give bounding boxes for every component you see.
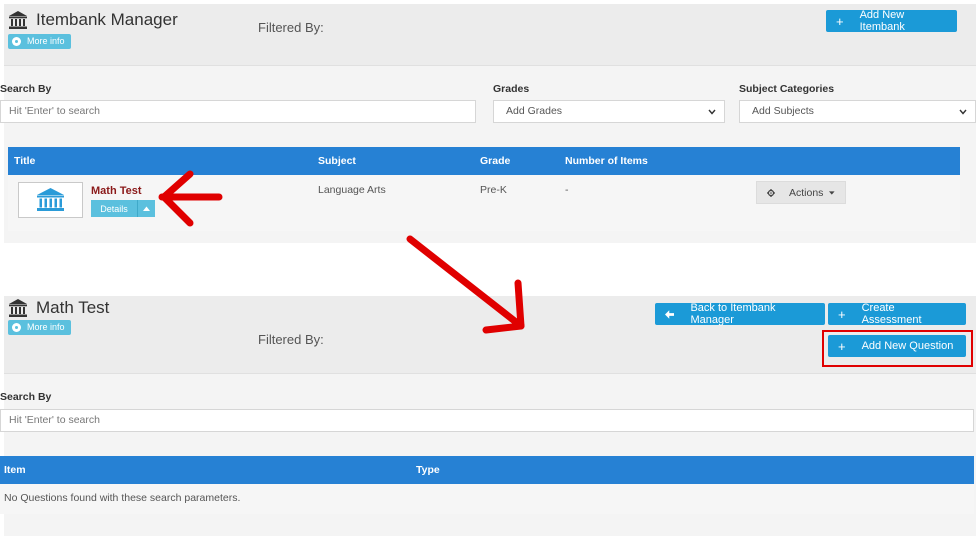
grades-label: Grades bbox=[493, 83, 530, 95]
itembank-manager-header: Itembank Manager More info Filtered By: … bbox=[4, 4, 976, 66]
questions-table-header: Item Type bbox=[0, 456, 974, 484]
create-assessment-button[interactable]: + Create Assessment bbox=[828, 302, 966, 326]
info-circle-icon bbox=[12, 37, 21, 46]
cell-subject: Language Arts bbox=[318, 184, 386, 196]
cell-grade: Pre-K bbox=[480, 184, 507, 196]
chevron-down-icon bbox=[708, 109, 716, 115]
arrow-left-icon bbox=[665, 309, 675, 319]
chevron-down-icon bbox=[959, 109, 967, 115]
itembank-table-header: Title Subject Grade Number of Items bbox=[8, 147, 960, 175]
itembank-title-link[interactable]: Math Test bbox=[91, 185, 142, 197]
subject-categories-label: Subject Categories bbox=[739, 83, 835, 95]
more-info-label: More info bbox=[27, 322, 65, 332]
create-assessment-label: Create Assessment bbox=[861, 302, 922, 326]
plus-icon: + bbox=[838, 306, 846, 322]
bank-building-icon bbox=[9, 11, 27, 29]
column-header-number-of-items: Number of Items bbox=[565, 155, 648, 167]
caret-down-icon bbox=[829, 190, 835, 195]
more-info-label: More info bbox=[27, 36, 65, 46]
back-button-label: Back to Itembank Manager bbox=[690, 302, 776, 326]
more-info-button[interactable]: More info bbox=[8, 320, 71, 335]
search-input[interactable]: Hit 'Enter' to search bbox=[0, 100, 476, 123]
page-title: Itembank Manager bbox=[36, 10, 178, 29]
info-circle-icon bbox=[12, 323, 21, 332]
search-by-label: Search By bbox=[0, 391, 52, 403]
back-to-itembank-manager-button[interactable]: Back to Itembank Manager bbox=[655, 302, 825, 326]
table-row: No Questions found with these search par… bbox=[0, 484, 974, 514]
column-header-grade: Grade bbox=[480, 155, 511, 167]
empty-state-message: No Questions found with these search par… bbox=[4, 492, 241, 504]
page-title: Math Test bbox=[36, 298, 110, 317]
column-header-title: Title bbox=[14, 155, 36, 167]
actions-dropdown-button[interactable]: Actions bbox=[756, 181, 846, 204]
column-header-item: Item bbox=[4, 464, 26, 476]
add-new-itembank-label: Add New Itembank bbox=[859, 9, 905, 33]
subjects-select-value: Add Subjects bbox=[752, 105, 814, 117]
gear-icon bbox=[767, 188, 775, 197]
highlight-box bbox=[822, 330, 973, 367]
bank-building-icon bbox=[37, 188, 64, 211]
caret-up-icon[interactable] bbox=[137, 200, 155, 217]
itembank-thumbnail[interactable] bbox=[18, 182, 83, 218]
plus-icon: + bbox=[836, 13, 844, 29]
more-info-button[interactable]: More info bbox=[8, 34, 71, 49]
itembank-manager-panel: Itembank Manager More info Filtered By: … bbox=[0, 4, 976, 243]
actions-label: Actions bbox=[788, 186, 824, 199]
subjects-select[interactable]: Add Subjects bbox=[739, 100, 976, 123]
search-by-label: Search By bbox=[0, 83, 52, 95]
cell-number-of-items: - bbox=[565, 184, 569, 196]
add-new-itembank-button[interactable]: + Add New Itembank bbox=[826, 9, 957, 33]
grades-select-value: Add Grades bbox=[506, 105, 563, 117]
details-button[interactable]: Details bbox=[91, 200, 155, 217]
page-title-row: Math Test bbox=[8, 298, 109, 318]
table-row: Math Test Details Language Arts Pre-K - … bbox=[8, 175, 960, 231]
column-header-type: Type bbox=[416, 464, 440, 476]
search-input[interactable]: Hit 'Enter' to search bbox=[0, 409, 974, 432]
filtered-by-label: Filtered By: bbox=[258, 20, 324, 35]
page-title-row: Itembank Manager bbox=[8, 10, 178, 30]
details-label: Details bbox=[100, 203, 128, 214]
grades-select[interactable]: Add Grades bbox=[493, 100, 725, 123]
bank-building-icon bbox=[9, 299, 27, 317]
column-header-subject: Subject bbox=[318, 155, 356, 167]
filtered-by-label: Filtered By: bbox=[258, 332, 324, 347]
